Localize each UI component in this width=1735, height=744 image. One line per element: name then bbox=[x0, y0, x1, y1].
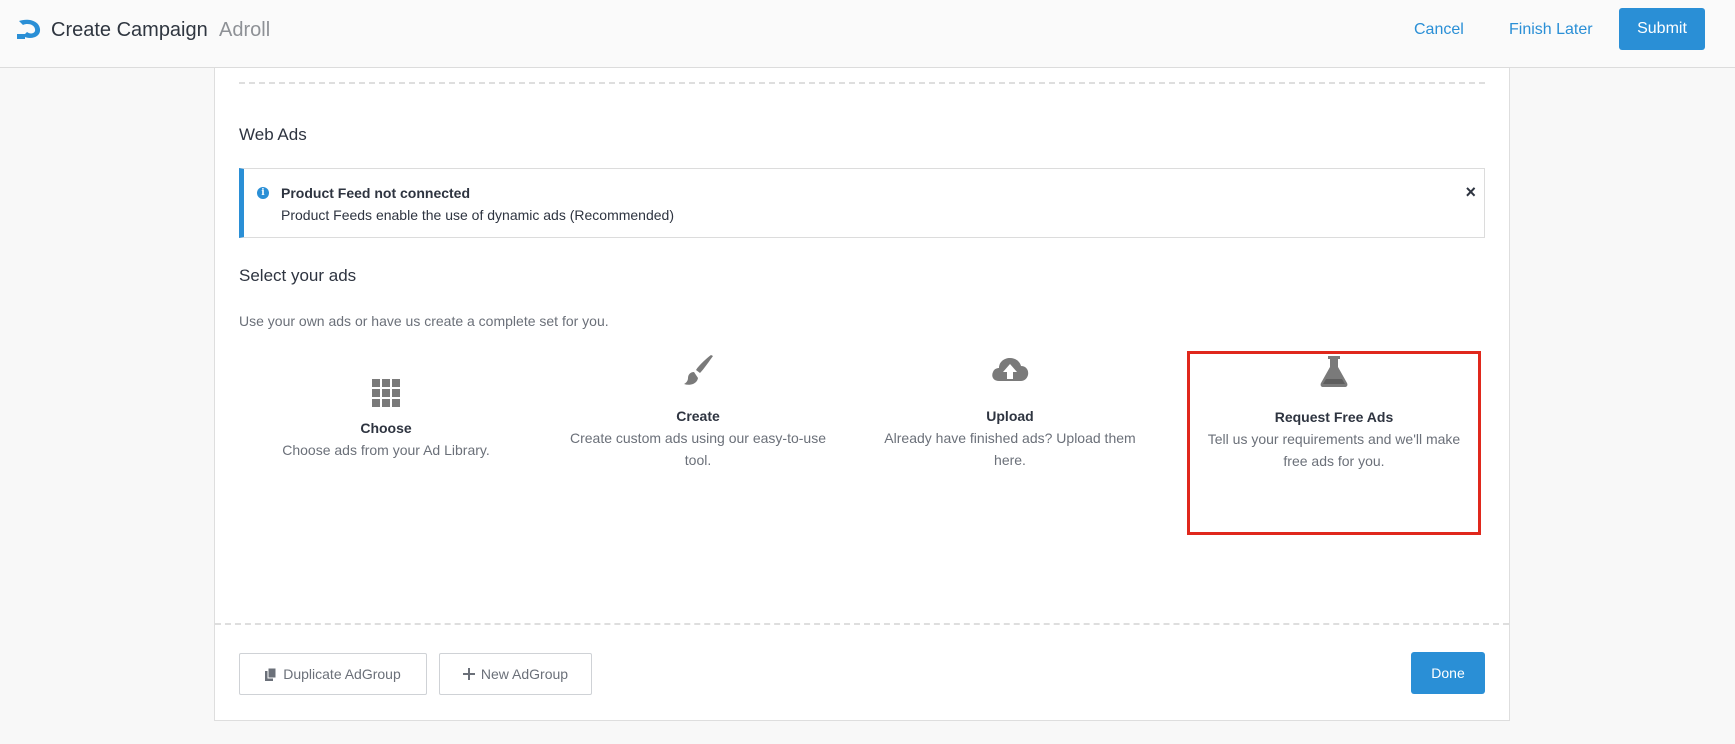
new-adgroup-button[interactable]: New AdGroup bbox=[439, 653, 592, 695]
cancel-button[interactable]: Cancel bbox=[1414, 19, 1464, 41]
divider bbox=[215, 623, 1509, 625]
notice-title: Product Feed not connected bbox=[281, 185, 471, 201]
cloud-upload-icon bbox=[992, 358, 1029, 381]
product-feed-notice: i Product Feed not connected Product Fee… bbox=[239, 168, 1485, 238]
create-ads-option[interactable]: Create Create custom ads using our easy-… bbox=[551, 350, 845, 532]
submit-button[interactable]: Submit bbox=[1619, 8, 1705, 50]
info-icon: i bbox=[257, 187, 269, 199]
duplicate-adgroup-label: Duplicate AdGroup bbox=[283, 666, 401, 682]
option-description: Tell us your requirements and we'll make… bbox=[1207, 431, 1461, 469]
option-description: Create custom ads using our easy-to-use … bbox=[569, 430, 826, 468]
notice-description: Product Feeds enable the use of dynamic … bbox=[281, 207, 674, 223]
done-button[interactable]: Done bbox=[1411, 652, 1485, 694]
paintbrush-icon bbox=[684, 355, 713, 385]
account-name: Adroll bbox=[219, 19, 271, 41]
section-title: Web Ads bbox=[239, 125, 307, 144]
finish-later-button[interactable]: Finish Later bbox=[1509, 19, 1593, 41]
close-icon[interactable]: × bbox=[1465, 182, 1476, 202]
top-header: Create Campaign Adroll Cancel Finish Lat… bbox=[0, 0, 1735, 68]
divider bbox=[239, 82, 1485, 84]
option-description: Choose ads from your Ad Library. bbox=[282, 442, 490, 458]
option-name: Upload bbox=[986, 408, 1034, 424]
copy-icon bbox=[265, 667, 277, 681]
option-name: Request Free Ads bbox=[1274, 409, 1394, 425]
campaign-panel: Web Ads i Product Feed not connected Pro… bbox=[214, 68, 1510, 721]
option-name: Choose bbox=[360, 420, 412, 436]
option-description: Already have finished ads? Upload them h… bbox=[884, 430, 1136, 468]
duplicate-adgroup-button[interactable]: Duplicate AdGroup bbox=[239, 653, 427, 695]
upload-ads-option[interactable]: Upload Already have finished ads? Upload… bbox=[863, 350, 1157, 532]
choose-ads-option[interactable]: Choose Choose ads from your Ad Library. bbox=[239, 350, 533, 532]
grid-icon bbox=[372, 379, 400, 407]
page-title: Create Campaign bbox=[51, 19, 208, 41]
select-ads-title: Select your ads bbox=[239, 266, 357, 285]
request-free-ads-option[interactable]: Request Free Ads Tell us your requiremen… bbox=[1187, 351, 1481, 535]
flask-icon bbox=[1320, 356, 1348, 387]
select-ads-description: Use your own ads or have us create a com… bbox=[239, 313, 609, 329]
adroll-logo-icon bbox=[17, 19, 41, 39]
option-name: Create bbox=[676, 408, 720, 424]
new-adgroup-label: New AdGroup bbox=[480, 666, 569, 682]
plus-icon bbox=[462, 668, 475, 680]
